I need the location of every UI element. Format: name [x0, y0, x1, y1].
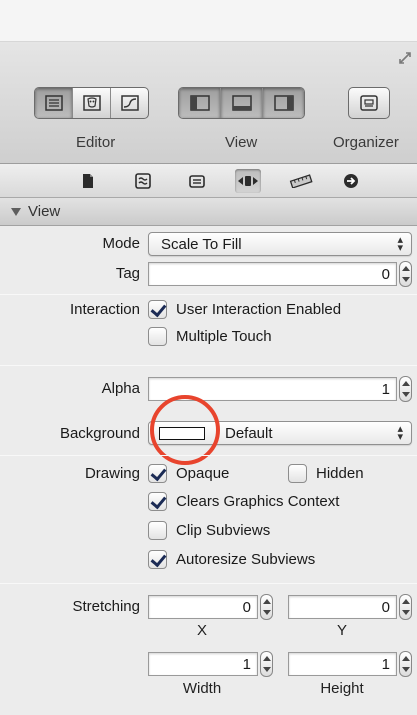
- inspector-tab-bar: [0, 164, 417, 198]
- connections-inspector-icon: [344, 174, 358, 188]
- user-interaction-label: User Interaction Enabled: [176, 301, 342, 318]
- clip-subviews-checkbox[interactable]: [148, 521, 167, 540]
- stretch-width-field[interactable]: 1: [148, 652, 258, 676]
- clip-subviews-label: Clip Subviews: [176, 522, 271, 539]
- autoresize-subviews-checkbox[interactable]: [148, 550, 167, 569]
- file-inspector-icon: [83, 174, 93, 188]
- organizer-caption: Organizer: [333, 134, 399, 151]
- stretch-y-stepper[interactable]: [399, 594, 412, 620]
- drawing-label: Drawing: [84, 465, 140, 482]
- version-editor-button[interactable]: [111, 88, 148, 118]
- multiple-touch-checkbox[interactable]: [148, 327, 167, 346]
- attributes-inspector-icon: [238, 176, 258, 186]
- bottom-panel-icon: [231, 95, 252, 111]
- tab-attributes-inspector[interactable]: [235, 169, 261, 193]
- stretch-width-stepper[interactable]: [260, 651, 273, 677]
- stretch-x-field[interactable]: 0: [148, 595, 258, 619]
- window-title-strip: [0, 0, 417, 42]
- size-inspector-icon: [289, 174, 313, 188]
- assistant-editor-icon: [82, 95, 101, 111]
- mode-popup[interactable]: Scale To Fill ▴ ▾: [148, 232, 412, 256]
- divider: [0, 583, 417, 584]
- background-value: Default: [225, 425, 273, 442]
- standard-editor-button[interactable]: [35, 88, 73, 118]
- editor-caption: Editor: [76, 134, 116, 151]
- stretching-label: Stretching: [72, 598, 140, 615]
- hidden-checkbox[interactable]: [288, 464, 307, 483]
- mode-label: Mode: [102, 235, 140, 252]
- alpha-stepper[interactable]: [399, 376, 412, 402]
- tag-field[interactable]: 0: [148, 262, 397, 286]
- multiple-touch-label: Multiple Touch: [176, 328, 272, 345]
- stretch-height-field[interactable]: 1: [288, 652, 397, 676]
- alpha-label: Alpha: [101, 380, 140, 397]
- version-editor-icon: [120, 95, 139, 111]
- opaque-checkbox[interactable]: [148, 464, 167, 483]
- toolbar: Editor View Organizer: [0, 42, 417, 164]
- tab-identity-inspector[interactable]: [184, 169, 210, 193]
- height-caption: Height: [320, 680, 364, 697]
- opaque-label: Opaque: [176, 465, 230, 482]
- tab-connections-inspector[interactable]: [338, 169, 364, 193]
- divider: [0, 294, 417, 295]
- interaction-label: Interaction: [69, 301, 140, 318]
- stretch-y-value: 0: [381, 599, 390, 616]
- stretch-x-stepper[interactable]: [260, 594, 273, 620]
- popup-arrows-icon: ▴ ▾: [397, 234, 403, 254]
- quick-help-icon: [135, 173, 151, 189]
- user-interaction-checkbox[interactable]: [148, 300, 167, 319]
- popup-arrows-icon: ▴ ▾: [397, 423, 403, 443]
- width-caption: Width: [182, 680, 222, 697]
- debug-area-toggle-button[interactable]: [221, 88, 263, 118]
- organizer-button[interactable]: [348, 87, 390, 119]
- utilities-toggle-button[interactable]: [263, 88, 304, 118]
- fullscreen-icon[interactable]: [397, 50, 413, 66]
- clears-graphics-context-checkbox[interactable]: [148, 492, 167, 511]
- mode-value: Scale To Fill: [161, 236, 242, 253]
- tag-stepper[interactable]: [399, 261, 412, 287]
- identity-inspector-icon: [189, 175, 205, 188]
- y-caption: Y: [336, 622, 347, 639]
- autoresize-subviews-label: Autoresize Subviews: [176, 551, 316, 568]
- background-label: Background: [59, 425, 140, 442]
- navigator-toggle-button[interactable]: [179, 88, 221, 118]
- hidden-label: Hidden: [316, 465, 364, 482]
- divider: [0, 365, 417, 366]
- alpha-value: 1: [381, 381, 390, 398]
- editor-segmented-control: [34, 87, 149, 119]
- section-title: View: [28, 203, 61, 220]
- view-segmented-control: [178, 87, 305, 119]
- stretch-x-value: 0: [242, 599, 251, 616]
- stretch-y-field[interactable]: 0: [288, 595, 397, 619]
- tab-quick-help[interactable]: [130, 169, 156, 193]
- divider: [0, 455, 417, 456]
- disclosure-triangle-icon: [11, 208, 21, 216]
- x-caption: X: [196, 622, 207, 639]
- clears-graphics-context-label: Clears Graphics Context: [176, 493, 340, 510]
- tag-label: Tag: [115, 265, 140, 282]
- view-section-header[interactable]: View: [0, 198, 417, 226]
- view-caption: View: [225, 134, 258, 151]
- tab-size-inspector[interactable]: [288, 169, 314, 193]
- stretch-height-value: 1: [381, 656, 390, 673]
- organizer-icon: [360, 95, 378, 111]
- tab-file-inspector[interactable]: [75, 169, 101, 193]
- right-panel-icon: [273, 95, 294, 111]
- standard-editor-icon: [44, 95, 63, 111]
- stretch-height-stepper[interactable]: [399, 651, 412, 677]
- left-panel-icon: [189, 95, 210, 111]
- stretch-width-value: 1: [242, 656, 251, 673]
- assistant-editor-button[interactable]: [73, 88, 111, 118]
- tag-value: 0: [381, 266, 390, 283]
